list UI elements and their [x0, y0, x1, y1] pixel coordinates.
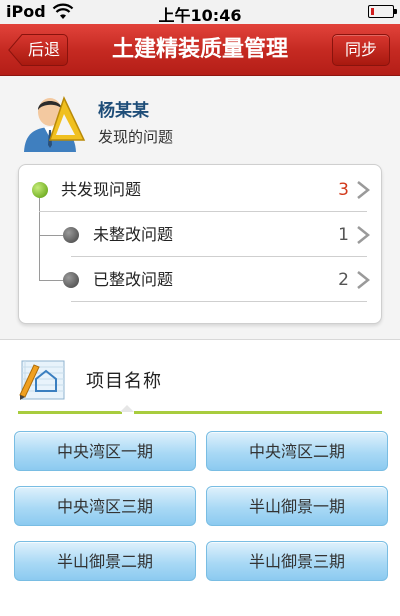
row-divider: [39, 211, 367, 212]
back-button-label: 后退: [27, 40, 60, 59]
row-divider: [71, 256, 367, 257]
user-name: 杨某某: [98, 101, 149, 121]
section-divider: [134, 411, 382, 414]
chevron-right-icon: [357, 181, 371, 199]
issue-row-total[interactable]: 共发现问题 3: [19, 168, 381, 212]
issue-label: 未整改问题: [93, 225, 174, 244]
project-button[interactable]: 中央湾区一期: [14, 431, 196, 471]
user-subtitle: 发现的问题: [98, 128, 174, 146]
status-dot-green-icon: [32, 182, 48, 198]
clock: 上午10:46: [158, 6, 242, 25]
chevron-right-icon: [357, 271, 371, 289]
issue-label: 共发现问题: [61, 180, 142, 199]
project-button[interactable]: 中央湾区二期: [206, 431, 388, 471]
issue-row-resolved[interactable]: 已整改问题 2: [19, 258, 381, 302]
issue-count: 2: [338, 270, 349, 290]
project-section-title: 项目名称: [86, 371, 162, 392]
issue-summary-card: 共发现问题 3 未整改问题 1 已整改问题 2: [18, 164, 382, 324]
back-button[interactable]: 后退: [8, 34, 68, 66]
status-dot-gray-icon: [63, 227, 79, 243]
user-summary-section: 杨某某 发现的问题 共发现问题 3 未整改问题 1 已整改问题 2: [0, 76, 400, 340]
issue-row-unresolved[interactable]: 未整改问题 1: [19, 213, 381, 257]
row-divider: [71, 301, 367, 302]
sync-button[interactable]: 同步: [332, 34, 390, 66]
status-bar: iPod 上午10:46: [0, 0, 400, 25]
project-button[interactable]: 半山御景一期: [206, 486, 388, 526]
issue-count: 3: [338, 180, 349, 200]
battery-fill: [371, 8, 374, 15]
project-section: 项目名称 中央湾区一期 中央湾区二期 中央湾区三期 半山御景一期 半山御景二期 …: [0, 341, 400, 616]
battery-low-icon: [368, 5, 397, 18]
section-divider: [18, 411, 122, 414]
project-edit-icon: [19, 360, 65, 400]
issue-label: 已整改问题: [93, 270, 174, 289]
issue-count: 1: [338, 225, 349, 245]
project-button[interactable]: 中央湾区三期: [14, 486, 196, 526]
chevron-right-icon: [357, 226, 371, 244]
project-button[interactable]: 半山御景三期: [206, 541, 388, 581]
engineer-avatar-icon: [24, 95, 86, 152]
navigation-bar: 土建精装质量管理 后退 同步: [0, 24, 400, 76]
divider-notch: [120, 405, 134, 412]
status-dot-gray-icon: [63, 272, 79, 288]
project-button[interactable]: 半山御景二期: [14, 541, 196, 581]
